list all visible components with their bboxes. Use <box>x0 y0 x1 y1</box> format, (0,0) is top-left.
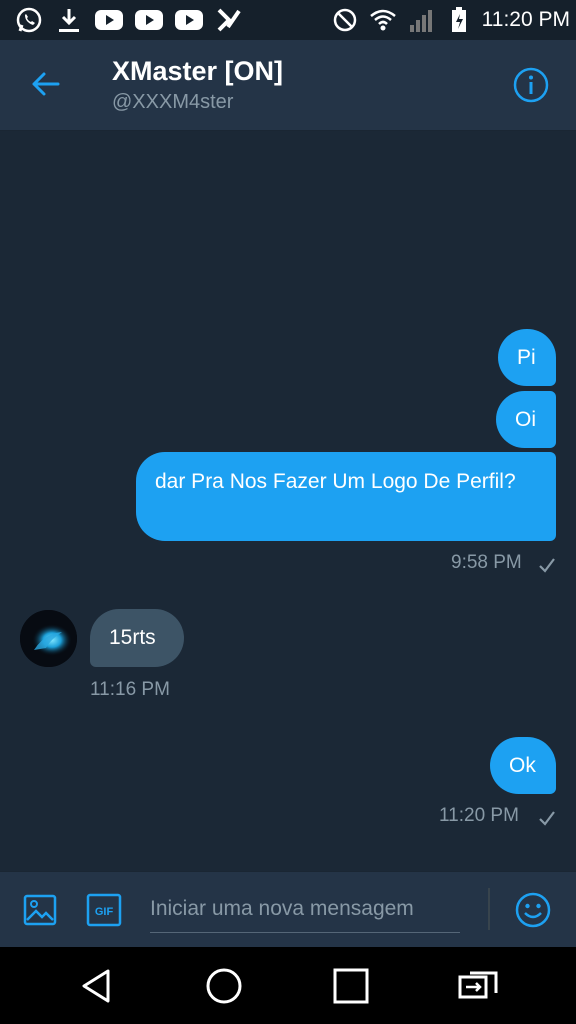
home-circle-icon[interactable] <box>203 965 245 1007</box>
message-bubble-outgoing[interactable]: Pi <box>498 329 556 386</box>
image-icon[interactable] <box>22 892 58 928</box>
info-icon[interactable] <box>512 66 550 104</box>
emoji-icon[interactable] <box>514 891 552 929</box>
download-icon <box>54 5 84 35</box>
message-timestamp: 9:58 PM <box>451 552 522 573</box>
message-input[interactable] <box>150 886 460 933</box>
whatsapp-icon <box>14 5 44 35</box>
message-timestamp: 11:16 PM <box>90 679 170 700</box>
sent-check-icon <box>537 555 557 575</box>
avatar[interactable] <box>20 610 77 667</box>
svg-text:GIF: GIF <box>95 906 114 918</box>
conversation-header: XMaster [ON] @XXXM4ster <box>0 40 576 131</box>
signal-icon <box>406 5 436 35</box>
back-triangle-icon[interactable] <box>76 965 118 1007</box>
recents-square-icon[interactable] <box>330 965 372 1007</box>
composer-divider <box>488 888 490 930</box>
battery-icon <box>444 5 474 35</box>
youtube-icon <box>94 5 124 35</box>
youtube-icon <box>134 5 164 35</box>
status-bar: 11:20 PM <box>0 0 576 40</box>
clock: 11:20 PM <box>481 8 570 31</box>
navigation-bar <box>0 947 576 1024</box>
youtube-icon <box>174 5 204 35</box>
message-list: Pi Oi dar Pra Nos Fazer Um Logo De Perfi… <box>0 131 576 871</box>
message-timestamp: 11:20 PM <box>439 805 519 826</box>
app-icon <box>214 5 244 35</box>
message-bubble-outgoing[interactable]: Oi <box>496 391 556 448</box>
conversation-handle: @XXXM4ster <box>112 91 234 113</box>
no-disturb-icon <box>330 5 360 35</box>
conversation-title: XMaster [ON] <box>112 56 284 86</box>
wifi-icon <box>368 5 398 35</box>
sent-check-icon <box>537 808 557 828</box>
back-arrow-icon[interactable] <box>26 64 66 104</box>
gif-icon[interactable]: GIF <box>86 892 122 928</box>
switch-apps-icon[interactable] <box>456 965 498 1007</box>
message-bubble-incoming[interactable]: 15rts <box>90 609 184 667</box>
message-composer: GIF <box>0 871 576 948</box>
message-bubble-outgoing[interactable]: Ok <box>490 737 556 794</box>
message-bubble-outgoing[interactable]: dar Pra Nos Fazer Um Logo De Perfil? <box>136 452 556 541</box>
